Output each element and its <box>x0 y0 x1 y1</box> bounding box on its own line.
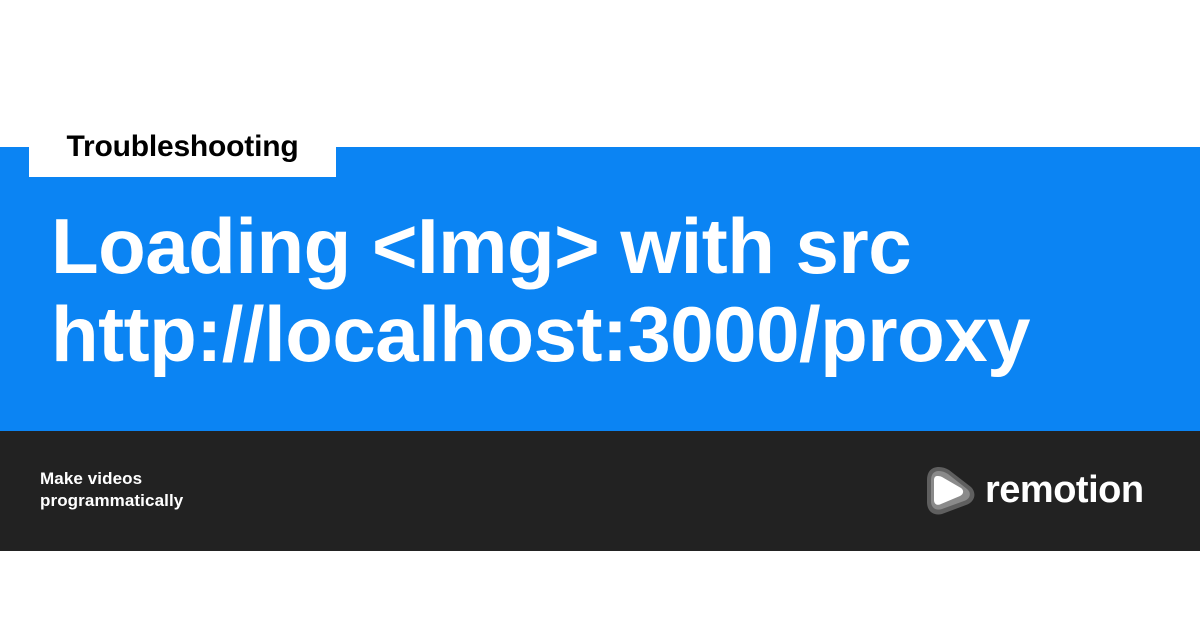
remotion-play-logo-icon <box>927 467 975 515</box>
page-title-line-2: http://localhost:3000/proxy <box>51 290 1031 378</box>
category-tag-label: Troubleshooting <box>66 130 299 163</box>
social-card: Troubleshooting Loading <Img> with src h… <box>0 0 1200 630</box>
brand-logo: remotion <box>921 460 1166 522</box>
category-tag: Troubleshooting <box>29 115 336 177</box>
brand-name: remotion <box>985 469 1144 511</box>
page-title: Loading <Img> with src http://localhost:… <box>51 202 1181 378</box>
footer-tagline-line-2: programmatically <box>40 491 184 510</box>
footer-tagline-line-1: Make videos <box>40 469 143 488</box>
footer-tagline: Make videos programmatically <box>40 468 183 512</box>
page-title-line-1: Loading <Img> with src <box>51 202 912 290</box>
